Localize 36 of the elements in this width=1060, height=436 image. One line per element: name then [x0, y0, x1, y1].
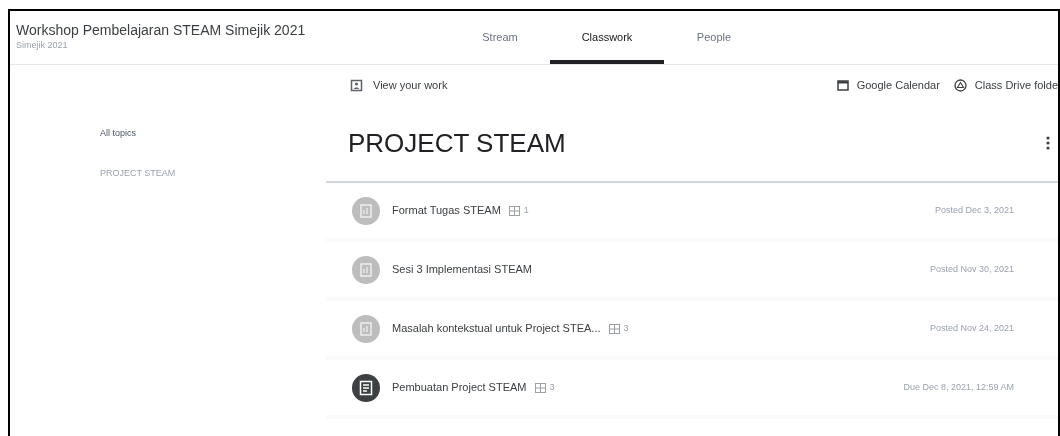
item-title: Pembuatan Project STEAM: [392, 380, 527, 396]
classwork-item[interactable]: Masalah kontekstual untuk Project STEA... 3 Posted Nov 24, 2021: [326, 301, 1058, 360]
classwork-item[interactable]: Sesi 3 Implementasi STEAM Posted Nov 30, 2021: [326, 242, 1058, 301]
classwork-item[interactable]: Format Tugas STEAM 1 Posted Dec 3, 2021: [326, 183, 1058, 242]
classwork-item[interactable]: Pembuatan Project STEAM 3 Due Dec 8, 2021, 12:59 AM: [326, 360, 1058, 419]
item-date: Posted Nov 24, 2021: [929, 321, 1014, 335]
topic-heading: PROJECT STEAM: [348, 126, 567, 160]
item-date: Posted Dec 3, 2021: [934, 203, 1014, 217]
class-title: Workshop Pembelajaran STEAM Simejik 2021: [16, 21, 307, 39]
view-your-work-link[interactable]: View your work: [373, 76, 448, 94]
item-title: Format Tugas STEAM: [392, 203, 501, 219]
attachment-icon: [508, 205, 520, 216]
attachment-icon: [534, 382, 546, 393]
drive-icon: [953, 78, 967, 92]
item-title: Masalah kontekstual untuk Project STEA...: [392, 321, 601, 337]
assignment-icon: [352, 373, 380, 402]
class-subtitle: Simejik 2021: [16, 39, 69, 51]
material-icon: [352, 196, 380, 225]
item-date: Due Dec 8, 2021, 12:59 AM: [903, 380, 1014, 394]
attachment-icon: [608, 323, 620, 334]
class-drive-folder-link[interactable]: Class Drive folde: [974, 76, 1058, 94]
more-options-icon[interactable]: [1046, 135, 1050, 151]
material-icon: [352, 255, 380, 284]
attachment-count: 3: [549, 380, 555, 394]
calendar-icon: [836, 79, 849, 91]
tab[interactable]: Classwork: [550, 11, 664, 64]
attachment-count: 1: [523, 203, 529, 217]
item-title: Sesi 3 Implementasi STEAM: [392, 262, 532, 278]
assignment-icon: [350, 78, 363, 92]
topic-link[interactable]: All topics: [100, 127, 136, 141]
tab[interactable]: People: [664, 11, 764, 64]
material-icon: [352, 314, 380, 343]
google-calendar-link[interactable]: Google Calendar: [856, 76, 940, 94]
tab[interactable]: Stream: [450, 11, 550, 64]
item-date: Posted Nov 30, 2021: [929, 262, 1014, 276]
attachment-count: 3: [623, 321, 629, 335]
